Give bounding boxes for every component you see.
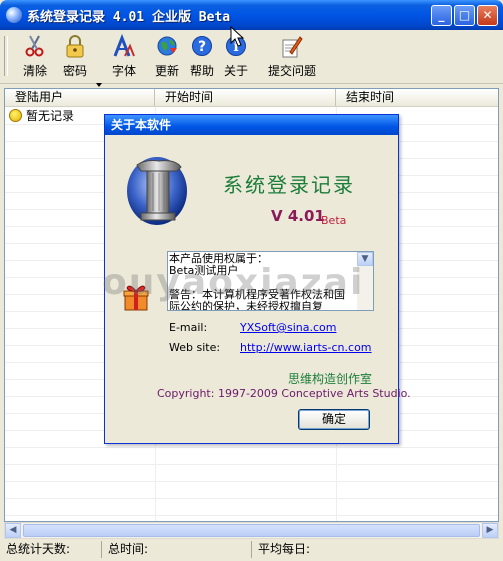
about-app-name: 系统登录记录 (223, 173, 355, 197)
status-total-days: 总统计天数: (2, 541, 102, 558)
column-header-end-time[interactable]: 结束时间 (336, 89, 498, 106)
pillar-logo-icon (123, 149, 195, 229)
password-dropdown-arrow[interactable] (96, 83, 102, 87)
close-button[interactable]: ✕ (477, 5, 498, 26)
help-label: 帮助 (189, 64, 214, 78)
grid-line (5, 481, 498, 482)
app-icon[interactable] (6, 7, 22, 23)
scissors-icon (24, 34, 46, 58)
grid-line (5, 498, 498, 499)
watermark-text: ouyaoxiazai (102, 262, 365, 303)
column-header-start-time[interactable]: 开始时间 (155, 89, 336, 106)
main-window: 系统登录记录 4.01 企业版 Beta _ □ ✕ 清除 密码 字体 更新 ?… (0, 0, 503, 561)
grid-line (5, 515, 498, 516)
website-label: Web site: (169, 341, 221, 354)
about-dialog-title[interactable]: 关于本软件 (105, 115, 398, 135)
about-label: 关于 (223, 64, 248, 78)
maximize-button[interactable]: □ (454, 5, 475, 26)
status-bar: 总统计天数: 总时间: 平均每日: (0, 539, 503, 561)
window-title: 系统登录记录 4.01 企业版 Beta (27, 10, 231, 25)
submit-issue-label: 提交问题 (267, 64, 316, 78)
password-label: 密码 (62, 64, 87, 78)
font-button[interactable]: 字体 (107, 33, 141, 79)
clear-button[interactable]: 清除 (18, 34, 52, 79)
about-edition: Beta (321, 214, 347, 227)
padlock-icon (64, 34, 86, 58)
update-label: 更新 (154, 64, 179, 78)
smiley-icon (9, 109, 22, 122)
title-bar[interactable]: 系统登录记录 4.01 企业版 Beta _ □ ✕ (0, 0, 503, 30)
column-header-user[interactable]: 登陆用户 (5, 89, 155, 106)
list-item-user: 暂无记录 (26, 109, 75, 123)
password-button[interactable]: 密码 (58, 34, 92, 79)
grid-line (5, 464, 498, 465)
font-label: 字体 (111, 64, 136, 78)
studio-name: 思维构造创作室 (287, 372, 372, 386)
website-link[interactable]: http://www.iarts-cn.com (240, 341, 372, 354)
svg-text:?: ? (198, 39, 206, 55)
scroll-thumb[interactable] (23, 524, 480, 537)
toolbar: 清除 密码 字体 更新 ? 帮助 i 关于 提交问题 (0, 30, 503, 87)
font-icon (113, 33, 135, 58)
globe-icon (156, 34, 178, 58)
status-daily-average: 平均每日: (258, 542, 311, 556)
email-label: E-mail: (169, 321, 208, 334)
submit-issue-button[interactable]: 提交问题 (264, 34, 320, 79)
toolbar-grip (4, 36, 8, 76)
status-total-time: 总时间: (104, 541, 252, 558)
clear-label: 清除 (22, 64, 47, 78)
list-item[interactable]: 暂无记录 (9, 108, 74, 124)
help-icon: ? (191, 34, 213, 58)
list-header: 登陆用户 开始时间 结束时间 (5, 89, 498, 107)
horizontal-scrollbar[interactable]: ◀ ▶ (4, 522, 499, 539)
mouse-cursor-icon (230, 25, 246, 48)
grid-line (5, 447, 498, 448)
scroll-left-button[interactable]: ◀ (5, 523, 21, 538)
copyright-text: Copyright: 1997-2009 Conceptive Arts Stu… (157, 387, 411, 400)
update-button[interactable]: 更新 (150, 34, 184, 79)
ok-button[interactable]: 确定 (298, 409, 370, 430)
scroll-right-button[interactable]: ▶ (482, 523, 498, 538)
about-version: V 4.01 (271, 207, 325, 225)
minimize-button[interactable]: _ (431, 5, 452, 26)
pen-icon (281, 34, 303, 58)
help-button[interactable]: ? 帮助 (185, 34, 219, 79)
email-link[interactable]: YXSoft@sina.com (240, 321, 336, 334)
